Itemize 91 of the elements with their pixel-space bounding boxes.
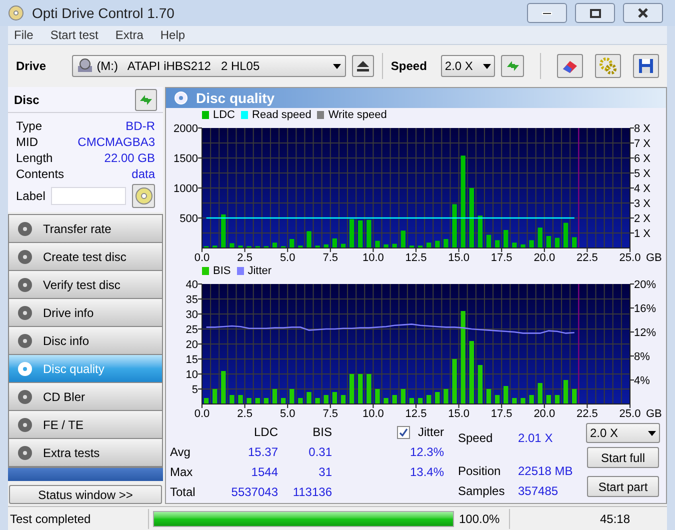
tick-label: 12.5 xyxy=(405,252,427,263)
tick-label: 8 X xyxy=(634,123,651,135)
tick-label: 5 X xyxy=(634,168,651,180)
tick-label: 16% xyxy=(634,303,656,315)
legend-label: BIS xyxy=(213,264,231,279)
window-title: Opti Drive Control 1.70 xyxy=(32,4,176,23)
tick-label: 0.0 xyxy=(194,408,210,419)
tick-label: 25.0 xyxy=(619,408,641,419)
info-label: Position xyxy=(458,462,502,480)
tick-label: 35 xyxy=(186,294,198,306)
value: 31 xyxy=(318,464,332,481)
axis-label: GB xyxy=(646,252,662,263)
tick-label: 12.5 xyxy=(405,408,427,419)
tick-label: 5.0 xyxy=(280,408,296,419)
tick-label: 25.0 xyxy=(619,252,641,263)
axis-label: GB xyxy=(646,408,662,419)
tick-label: 17.5 xyxy=(490,408,512,419)
value: 1544 xyxy=(250,464,278,481)
field-label: MID xyxy=(16,134,38,151)
tick-label: 10.0 xyxy=(362,408,384,419)
value: 15.37 xyxy=(246,444,278,461)
tick-label: 2000 xyxy=(174,123,198,135)
field-label: Length xyxy=(16,150,53,167)
disc-heading: Disc xyxy=(14,92,40,108)
tick-label: 1000 xyxy=(174,183,198,195)
field-value: data xyxy=(132,166,155,183)
row-label: Max xyxy=(170,464,194,481)
tick-label: 2.5 xyxy=(237,408,252,419)
tick-label: 15.0 xyxy=(448,252,470,263)
info-label: Speed xyxy=(458,430,494,447)
tick-label: 17.5 xyxy=(490,252,512,263)
jitter-label: Jitter xyxy=(418,424,444,441)
tick-label: 10 xyxy=(186,369,198,381)
tick-label: 1500 xyxy=(174,153,198,165)
status-text: Test completed xyxy=(9,510,92,528)
tick-label: 40 xyxy=(186,279,198,291)
tick-label: 7.5 xyxy=(322,408,338,419)
tick-label: 10.0 xyxy=(362,252,384,263)
value: 113136 xyxy=(292,484,332,501)
tick-label: 4% xyxy=(634,375,650,387)
tick-label: 22.5 xyxy=(576,408,598,419)
column-header: LDC xyxy=(252,424,278,441)
info-value: 357485 xyxy=(518,483,560,500)
row-label: Avg xyxy=(170,444,192,461)
info-value: 2.01 X xyxy=(518,430,554,447)
tick-label: 7 X xyxy=(634,138,651,150)
elapsed-time: 45:18 xyxy=(598,510,630,528)
row-label: Total xyxy=(170,484,196,501)
panel-title: Disc quality xyxy=(196,88,275,108)
tick-label: 7.5 xyxy=(322,252,338,263)
tick-label: 20% xyxy=(634,279,656,291)
tick-label: 20 xyxy=(186,339,198,351)
legend-label: Jitter xyxy=(248,264,272,279)
field-label: Type xyxy=(16,118,42,135)
tick-label: 5.0 xyxy=(280,252,296,263)
tick-label: 2 X xyxy=(634,213,651,225)
tick-label: 15 xyxy=(186,354,198,366)
tick-label: 22.5 xyxy=(576,252,598,263)
tick-label: 2.5 xyxy=(237,252,252,263)
drive-label: Drive xyxy=(16,58,48,75)
value: 12.3% xyxy=(408,444,444,461)
field-value: BD-R xyxy=(126,118,155,135)
value: 5537043 xyxy=(230,484,278,501)
value: 13.4% xyxy=(408,464,444,481)
progress-percent: 100.0% xyxy=(459,510,501,528)
tick-label: 20.0 xyxy=(534,408,556,419)
legend-label: LDC xyxy=(213,108,236,123)
tick-label: 1 X xyxy=(634,228,651,240)
tick-label: 4 X xyxy=(634,183,651,195)
tick-label: 5 xyxy=(192,384,198,396)
speed-label: Speed xyxy=(390,58,427,75)
info-value: 22518 MB xyxy=(518,462,574,480)
tick-label: 8% xyxy=(634,351,650,363)
tick-label: 25 xyxy=(186,324,198,336)
field-value: 22.00 GB xyxy=(104,150,155,167)
label-label: Label xyxy=(16,188,46,205)
tick-label: 0.0 xyxy=(194,252,210,263)
field-value: CMCMAGBA3 xyxy=(78,134,155,151)
legend-label: Read speed xyxy=(252,108,312,123)
column-header: BIS xyxy=(312,424,332,441)
tick-label: 20.0 xyxy=(534,252,556,263)
tick-label: 6 X xyxy=(634,153,651,165)
tick-label: 30 xyxy=(186,309,198,321)
field-label: Contents xyxy=(16,166,64,183)
info-label: Samples xyxy=(458,483,506,500)
legend-label: Write speed xyxy=(328,108,387,123)
value: 0.31 xyxy=(308,444,332,461)
tick-label: 15.0 xyxy=(448,408,470,419)
tick-label: 12% xyxy=(634,327,656,339)
tick-label: 3 X xyxy=(634,198,651,210)
tick-label: 500 xyxy=(180,213,198,225)
